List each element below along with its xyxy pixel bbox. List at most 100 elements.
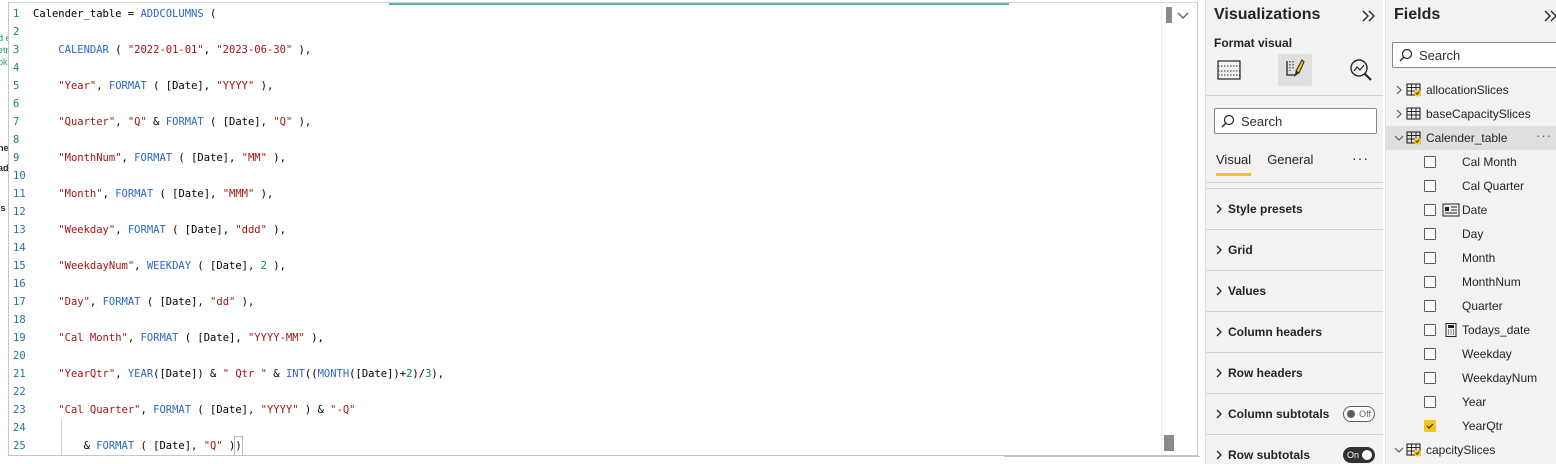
code-token: "WeekdayNum" [58, 260, 135, 272]
code-line[interactable]: Calender_table = ADDCOLUMNS ( [33, 5, 216, 23]
format-section-values[interactable]: Values [1206, 270, 1383, 310]
table-node[interactable]: capcitySlices [1386, 438, 1556, 462]
collapse-visualizations-button[interactable] [1360, 8, 1378, 24]
code-line[interactable]: "Year", FORMAT ( [Date], "YYYY" ), [33, 77, 273, 95]
field-checkbox[interactable] [1424, 300, 1436, 312]
code-area[interactable]: Calender_table = ADDCOLUMNS ( CALENDAR (… [33, 3, 1157, 455]
format-section-grid[interactable]: Grid [1206, 229, 1383, 269]
field-checkbox[interactable] [1424, 180, 1436, 192]
code-token: FORMAT [140, 332, 179, 344]
more-options-button[interactable]: ··· [1536, 128, 1552, 143]
code-line[interactable]: "Quarter", "Q" & FORMAT ( [Date], "Q" ), [33, 113, 311, 131]
field-checkbox[interactable] [1424, 324, 1436, 336]
visualizations-title: Visualizations [1214, 6, 1321, 23]
code-line[interactable]: "Cal Quarter", FORMAT ( [Date], "YYYY" )… [33, 401, 355, 419]
field-item[interactable]: Quarter [1386, 294, 1556, 318]
format-section-style-presets[interactable]: Style presets [1206, 188, 1383, 228]
field-name: Todays_date [1462, 323, 1531, 337]
code-line[interactable]: "Day", FORMAT ( [Date], "dd" ), [33, 293, 254, 311]
tab-visual[interactable]: Visual [1216, 152, 1252, 176]
code-token: "Month" [58, 188, 103, 200]
field-checkbox[interactable] [1424, 252, 1436, 264]
field-checkbox[interactable] [1424, 156, 1436, 168]
collapse-fields-button[interactable] [1542, 8, 1556, 24]
field-name: Day [1462, 227, 1484, 241]
code-token: ), [266, 152, 286, 164]
scroll-thumb-top[interactable] [1166, 7, 1172, 23]
format-section-row-headers[interactable]: Row headers [1206, 352, 1383, 392]
field-item[interactable]: Cal Month [1386, 150, 1556, 174]
field-checkbox[interactable] [1424, 276, 1436, 288]
visualizations-search-input[interactable]: Search [1214, 108, 1377, 134]
field-item[interactable]: Weekday [1386, 342, 1556, 366]
tabs-more-button[interactable]: ··· [1352, 150, 1369, 166]
code-line[interactable]: CALENDAR ( "2022-01-01", "2023-06-30" ), [33, 41, 311, 59]
chevron-right-icon[interactable] [1394, 109, 1404, 119]
field-checkbox[interactable] [1424, 372, 1436, 384]
code-token: , [115, 368, 128, 380]
field-item[interactable]: WeekdayNum [1386, 366, 1556, 390]
format-visual-button[interactable] [1278, 54, 1312, 86]
code-token: "MonthNum" [58, 152, 122, 164]
field-checkbox[interactable] [1424, 396, 1436, 408]
code-line[interactable]: "Month", FORMAT ( [Date], "MMM" ), [33, 185, 273, 203]
code-line[interactable]: "MonthNum", FORMAT ( [Date], "MM" ), [33, 149, 286, 167]
editor-scrollbar[interactable] [1161, 3, 1175, 455]
divider [1206, 182, 1383, 183]
section-label: Row headers [1228, 365, 1303, 380]
field-item[interactable]: Cal Quarter [1386, 174, 1556, 198]
collapse-editor-button[interactable] [1173, 7, 1193, 25]
table-node[interactable]: allocationSlices [1386, 78, 1556, 102]
fields-search-input[interactable]: Search [1392, 42, 1556, 68]
table-node[interactable]: Calender_table ··· [1386, 126, 1556, 150]
chevron-right-icon[interactable] [1394, 85, 1404, 95]
chevron-down-icon[interactable] [1394, 445, 1404, 455]
code-token: "2022-01-01" [127, 44, 204, 56]
tab-general[interactable]: General [1267, 152, 1313, 176]
code-line[interactable]: & FORMAT ( [Date], "Q" )) [33, 436, 243, 455]
chevron-down-icon[interactable] [1394, 133, 1404, 143]
field-checkbox[interactable] [1424, 348, 1436, 360]
field-item[interactable]: Year [1386, 390, 1556, 414]
code-token: "Weekday" [58, 224, 116, 236]
code-line[interactable]: "WeekdayNum", WEEKDAY ( [Date], 2 ), [33, 257, 286, 275]
code-token: ( [Date], [191, 260, 261, 272]
search-placeholder: Search [1419, 47, 1461, 63]
code-token: & [266, 368, 286, 380]
field-name: Month [1462, 251, 1496, 265]
section-label: Column subtotals [1228, 406, 1330, 421]
field-checkbox[interactable] [1424, 204, 1436, 216]
format-section-row-subtotals[interactable]: Row subtotals On [1206, 434, 1383, 464]
analytics-button[interactable] [1344, 54, 1378, 86]
format-section-column-headers[interactable]: Column headers [1206, 311, 1383, 351]
code-token: "Q" [273, 116, 293, 128]
field-checkbox[interactable] [1424, 420, 1436, 432]
field-item[interactable]: Date [1386, 198, 1556, 222]
field-name: Year [1462, 395, 1487, 409]
field-checkbox[interactable] [1424, 228, 1436, 240]
code-token: "-Q" [330, 404, 356, 416]
scroll-thumb-bottom[interactable] [1164, 435, 1174, 451]
code-token: ( [Date], [165, 224, 236, 236]
code-line[interactable]: "Cal Month", FORMAT ( [Date], "YYYY-MM" … [33, 329, 324, 347]
toggle-switch[interactable]: On [1343, 447, 1375, 463]
field-item[interactable]: Todays_date [1386, 318, 1556, 342]
code-token: YEAR [127, 368, 154, 380]
field-item[interactable]: Day [1386, 222, 1556, 246]
code-line[interactable]: "YearQtr", YEAR([Date]) & " Qtr " & INT(… [33, 365, 444, 383]
field-item[interactable]: Month [1386, 246, 1556, 270]
toggle-label: On [1347, 450, 1360, 460]
date-hierarchy-icon [1442, 203, 1460, 217]
line-number: 19 [13, 332, 26, 344]
build-visual-button[interactable] [1212, 54, 1246, 86]
dax-formula-editor[interactable]: 1 2 3 4 5 6 7 8 9 10 11 12 13 14 15 16 17 18 19 20 21 22 23 24 2… [8, 2, 1198, 456]
code-token: ( [Date], [146, 80, 217, 92]
field-item[interactable]: YearQtr [1386, 414, 1556, 438]
code-line[interactable]: "Weekday", FORMAT ( [Date], "ddd" ), [33, 221, 286, 239]
table-node[interactable]: baseCapacitySlices [1386, 102, 1556, 126]
toggle-switch[interactable]: Off [1343, 406, 1375, 422]
format-section-column-subtotals[interactable]: Column subtotals Off [1206, 393, 1383, 433]
field-item[interactable]: MonthNum [1386, 270, 1556, 294]
